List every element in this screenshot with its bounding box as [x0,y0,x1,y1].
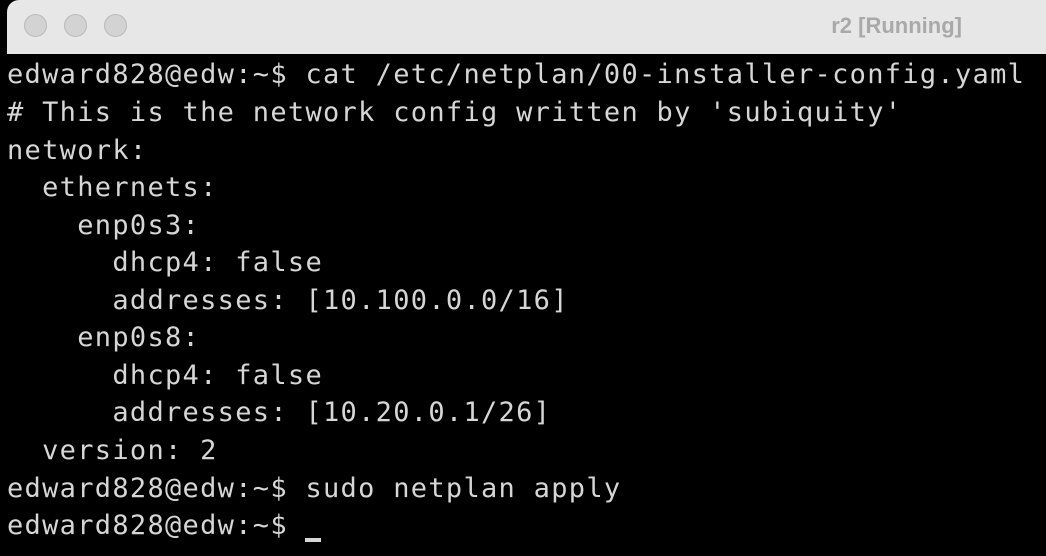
terminal-line: ethernets: [7,172,218,203]
terminal-line: addresses: [10.100.0.0/16] [7,285,569,316]
terminal-line: network: [7,135,148,166]
terminal-screen[interactable]: edward828@edw:~$ cat /etc/netplan/00-ins… [7,56,1046,556]
terminal-line: edward828@edw:~$ sudo netplan apply [7,473,622,504]
terminal-line: version: 2 [7,435,218,466]
terminal-line: addresses: [10.20.0.1/26] [7,397,552,428]
terminal-line: # This is the network config written by … [7,97,903,128]
terminal-line: enp0s3: [7,210,201,241]
window-title: r2 [Running] [831,13,962,38]
window-titlebar: r2 [Running] [7,0,1046,54]
text-cursor [305,538,322,542]
terminal-line: dhcp4: false [7,247,323,278]
zoom-button[interactable] [104,14,127,37]
terminal-line: dhcp4: false [7,360,323,391]
terminal-prompt-line[interactable]: edward828@edw:~$ [7,507,322,544]
close-button[interactable] [24,14,47,37]
terminal-line: enp0s8: [7,322,201,353]
prompt: edward828@edw:~$ [7,510,306,541]
terminal-line: edward828@edw:~$ cat /etc/netplan/00-ins… [7,59,1026,90]
minimize-button[interactable] [64,14,87,37]
